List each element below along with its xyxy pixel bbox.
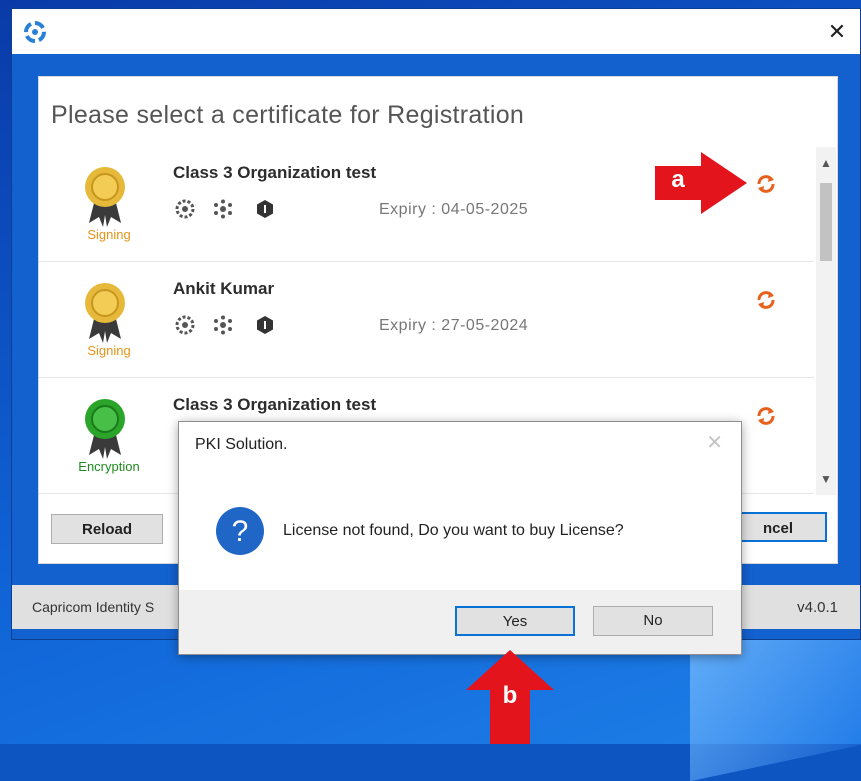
hexagon-icon[interactable]	[255, 315, 275, 335]
certificate-expiry: Expiry : 04-05-2025	[379, 201, 529, 218]
scroll-thumb[interactable]	[820, 183, 832, 261]
gear-icon[interactable]	[175, 315, 195, 335]
refresh-icon[interactable]	[755, 289, 777, 311]
certificate-action-icons	[175, 199, 285, 221]
signing-medal-icon	[85, 283, 125, 343]
svg-text:?: ?	[232, 515, 249, 548]
certificate-action-icons	[175, 315, 285, 337]
refresh-icon[interactable]	[755, 405, 777, 427]
title-bar: ✕	[12, 9, 860, 54]
dialog-close-icon[interactable]: ✕	[706, 430, 723, 455]
cancel-button[interactable]: ncel	[729, 512, 827, 542]
no-button[interactable]: No	[593, 606, 713, 636]
certificate-type-label: Signing	[87, 343, 131, 358]
reload-button[interactable]: Reload	[51, 514, 163, 544]
page-title: Please select a certificate for Registra…	[51, 101, 525, 129]
dialog-footer: Yes No	[179, 590, 741, 654]
signing-medal-icon	[85, 167, 125, 227]
dots-icon[interactable]	[213, 315, 233, 335]
certificate-name: Ankit Kumar	[173, 279, 275, 298]
scroll-up-icon[interactable]: ▲	[816, 153, 836, 173]
refresh-icon[interactable]	[755, 173, 777, 195]
version-label: v4.0.1	[797, 599, 838, 616]
scroll-down-icon[interactable]: ▼	[816, 469, 836, 489]
status-app-name: Capricom Identity S	[32, 599, 155, 615]
callout-label-b: b	[502, 682, 518, 709]
dialog-message: License not found, Do you want to buy Li…	[283, 522, 624, 539]
callout-label-a: a	[671, 166, 685, 193]
license-dialog: PKI Solution. ✕ ? License not found, Do …	[178, 421, 742, 655]
certificate-expiry: Expiry : 27-05-2024	[379, 317, 529, 334]
hexagon-icon[interactable]	[255, 199, 275, 219]
yes-button[interactable]: Yes	[455, 606, 575, 636]
certificate-name: Class 3 Organization test	[173, 395, 377, 414]
dialog-title: PKI Solution.	[195, 436, 288, 453]
gear-icon[interactable]	[175, 199, 195, 219]
certificate-row-2[interactable]: Signing Ankit Kumar Expiry : 27-05-2024	[39, 263, 814, 378]
list-scrollbar[interactable]: ▲ ▼	[816, 147, 836, 495]
app-logo-icon	[24, 21, 46, 43]
certificate-type-label: Encryption	[78, 459, 140, 474]
question-icon: ?	[216, 507, 264, 555]
certificate-name: Class 3 Organization test	[173, 163, 377, 182]
window-close-icon[interactable]: ✕	[820, 15, 854, 49]
dots-icon[interactable]	[213, 199, 233, 219]
encryption-medal-icon	[85, 399, 125, 459]
certificate-type-label: Signing	[87, 227, 131, 242]
